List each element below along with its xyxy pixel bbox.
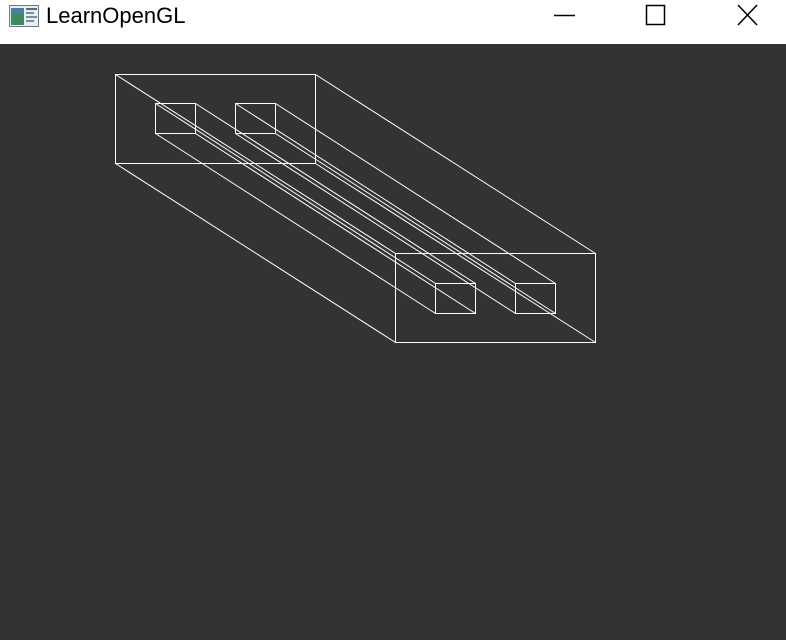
title-bar[interactable]: LearnOpenGL: [0, 0, 786, 44]
close-icon: [737, 4, 758, 26]
maximize-icon: [645, 4, 666, 26]
close-button[interactable]: [724, 0, 770, 32]
window-title: LearnOpenGL: [46, 3, 186, 28]
left-beam-back: [435, 283, 476, 314]
box-edge-top-right: [315, 74, 596, 254]
minimize-button[interactable]: [541, 0, 587, 32]
maximize-button[interactable]: [632, 0, 678, 32]
right-beam-back: [515, 283, 556, 314]
right-beam-front: [235, 103, 276, 134]
box-front-face: [115, 74, 316, 164]
app-icon: [9, 5, 39, 27]
minimize-icon: [554, 14, 575, 17]
right-beam-edge: [275, 103, 556, 284]
left-beam-front: [155, 103, 196, 134]
box-edge-bottom-left: [115, 163, 396, 343]
left-beam-edge: [195, 103, 476, 284]
app-window: LearnOpenGL: [0, 0, 786, 640]
box-back-face: [395, 253, 596, 343]
left-beam-edge: [155, 133, 436, 314]
right-beam-edge: [275, 133, 556, 314]
opengl-viewport[interactable]: [0, 44, 786, 640]
left-beam-edge: [155, 103, 436, 284]
right-beam-edge: [235, 103, 516, 284]
left-beam-edge: [195, 133, 476, 314]
right-beam-edge: [235, 133, 516, 314]
wireframe-scene: [115, 74, 596, 343]
